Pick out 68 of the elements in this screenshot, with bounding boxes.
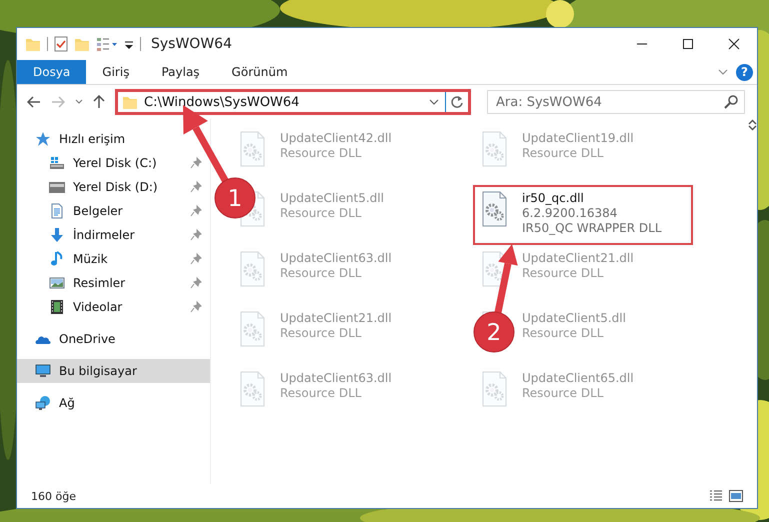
up-arrow-icon[interactable] xyxy=(93,95,105,109)
sidebar-item[interactable]: Yerel Disk (D:) xyxy=(17,175,210,199)
sidebar-item[interactable]: Resimler xyxy=(17,271,210,295)
document-icon xyxy=(49,203,65,219)
gear-file-icon xyxy=(481,191,508,227)
file-detail: IR50_QC WRAPPER DLL xyxy=(522,221,662,235)
network-icon xyxy=(35,395,51,411)
file-detail: Resource DLL xyxy=(522,326,604,340)
film-icon xyxy=(49,299,65,315)
gear-file-icon xyxy=(481,371,508,407)
file-detail: Resource DLL xyxy=(280,266,362,280)
recent-caret-icon[interactable] xyxy=(75,99,83,105)
maximize-icon xyxy=(682,38,694,50)
sidebar-item[interactable]: OneDrive xyxy=(17,327,210,351)
file-detail: Resource DLL xyxy=(522,266,604,280)
drive-icon xyxy=(49,155,65,171)
dropdown-caret-icon[interactable] xyxy=(429,99,439,105)
scroll-up-icon[interactable] xyxy=(748,119,757,125)
sidebar-item[interactable]: Yerel Disk (C:) xyxy=(17,151,210,175)
help-button[interactable]: ? xyxy=(736,64,753,80)
search-field[interactable]: Ara: SysWOW64 xyxy=(487,90,745,114)
refresh-icon[interactable] xyxy=(450,95,464,109)
number-badge: 2 xyxy=(474,312,514,352)
picture-icon xyxy=(49,275,65,291)
file-detail: Resource DLL xyxy=(280,206,362,220)
gear-file-icon xyxy=(239,131,266,167)
large-icons-view-icon[interactable] xyxy=(729,490,743,502)
file-tile[interactable]: ir50_qc.dll 6.2.9200.16384 IR50_QC WRAPPER DLL xyxy=(473,185,693,245)
back-arrow-icon[interactable] xyxy=(27,96,41,108)
file-detail: 6.2.9200.16384 xyxy=(522,206,618,220)
scroll-down-icon[interactable] xyxy=(748,125,757,131)
window-title: SysWOW64 xyxy=(151,36,232,52)
file-name[interactable]: ir50_qc.dll xyxy=(522,191,662,205)
close-icon xyxy=(728,38,740,50)
file-detail: Resource DLL xyxy=(280,146,362,160)
item-count: 160 öğe xyxy=(31,490,76,502)
file-detail: Resource DLL xyxy=(522,386,604,400)
sidebar-item[interactable]: Belgeler xyxy=(17,199,210,223)
sidebar-item[interactable]: Müzik xyxy=(17,247,210,271)
gear-file-icon xyxy=(239,311,266,347)
monitor-icon xyxy=(35,363,51,379)
sidebar-item[interactable]: Hızlı erişim xyxy=(17,127,210,151)
sidebar-item[interactable]: İndirmeler xyxy=(17,223,210,247)
file-detail: Resource DLL xyxy=(280,386,362,400)
download-arrow-icon xyxy=(49,227,65,243)
address-field[interactable]: C:\Windows\SysWOW64 xyxy=(115,89,471,115)
ribbon-tab[interactable]: Paylaş xyxy=(145,60,216,84)
folder-icon xyxy=(122,94,138,110)
music-note-icon xyxy=(49,251,65,267)
file-detail: Resource DLL xyxy=(522,146,604,160)
star-icon xyxy=(35,131,51,147)
expand-ribbon-chevron-icon[interactable] xyxy=(718,69,728,75)
checklist-icon[interactable] xyxy=(54,36,68,52)
details-view-icon[interactable] xyxy=(709,490,723,502)
ribbon-tab[interactable]: Görünüm xyxy=(216,60,304,84)
view-options-icon[interactable] xyxy=(96,36,118,52)
drive-icon xyxy=(49,179,65,195)
sidebar-item[interactable]: Bu bilgisayar xyxy=(17,359,210,383)
gear-file-icon xyxy=(239,251,266,287)
search-icon[interactable] xyxy=(724,95,738,109)
gear-file-icon xyxy=(481,131,508,167)
ribbon-tab[interactable]: Dosya xyxy=(17,60,86,84)
sidebar-item[interactable]: Ağ xyxy=(17,391,210,415)
ribbon-tab[interactable]: Giriş xyxy=(86,60,146,84)
sidebar-item[interactable]: Videolar xyxy=(17,295,210,319)
number-badge: 1 xyxy=(214,178,256,218)
file-detail: Resource DLL xyxy=(280,326,362,340)
gear-file-icon xyxy=(239,371,266,407)
